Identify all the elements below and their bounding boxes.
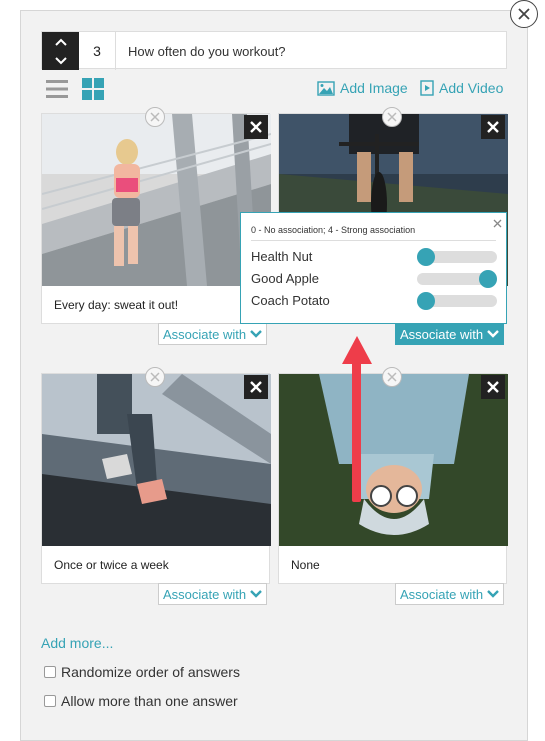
add-more-link[interactable]: Add more...	[41, 635, 113, 651]
slider-handle[interactable]	[479, 270, 497, 288]
grid-view-button[interactable]	[82, 78, 104, 105]
add-video-label: Add Video	[439, 80, 504, 96]
delete-image-button[interactable]	[481, 115, 505, 139]
remove-answer-button[interactable]	[382, 107, 402, 127]
remove-answer-button[interactable]	[382, 367, 402, 387]
remove-answer-button[interactable]	[145, 367, 165, 387]
question-number: 3	[79, 32, 116, 70]
associate-with-label: Associate with	[163, 586, 247, 602]
popup-divider	[251, 240, 496, 241]
randomize-checkbox[interactable]	[44, 666, 56, 678]
association-slider-row: Coach Potato	[251, 292, 497, 310]
answer-card: Once or twice a week	[41, 373, 271, 584]
answer-caption[interactable]: Once or twice a week	[54, 558, 169, 572]
move-up-button[interactable]	[42, 32, 79, 51]
grid-icon	[82, 78, 104, 100]
association-slider[interactable]	[417, 270, 497, 288]
multiple-answers-option[interactable]: Allow more than one answer	[44, 693, 238, 709]
close-icon	[150, 372, 160, 382]
answer-card: None	[278, 373, 508, 584]
list-view-button[interactable]	[46, 78, 68, 105]
answer-image-person-lying-on-grass	[279, 374, 508, 546]
close-icon	[387, 112, 397, 122]
associate-with-label: Associate with	[163, 326, 247, 342]
close-editor-button[interactable]	[510, 0, 538, 28]
association-slider-row: Good Apple	[251, 270, 497, 288]
question-order-stepper	[42, 32, 79, 70]
slider-handle[interactable]	[417, 292, 435, 310]
chevron-down-icon	[250, 330, 262, 338]
multiple-answers-label: Allow more than one answer	[61, 693, 238, 709]
move-down-button[interactable]	[42, 51, 79, 70]
add-image-label: Add Image	[340, 80, 408, 96]
close-icon	[493, 219, 501, 227]
close-icon	[487, 381, 499, 393]
chevron-down-icon	[54, 56, 67, 64]
slider-label: Good Apple	[251, 271, 319, 286]
close-icon	[150, 112, 160, 122]
associate-with-button[interactable]: Associate with	[158, 323, 268, 345]
delete-image-button[interactable]	[244, 115, 268, 139]
association-popup: 0 - No association; 4 - Strong associati…	[240, 212, 507, 324]
slider-label: Coach Potato	[251, 293, 330, 308]
answer-image-treadmill	[42, 374, 271, 546]
close-popup-button[interactable]	[490, 216, 504, 230]
annotation-arrow-shaft	[352, 360, 361, 502]
slider-handle[interactable]	[417, 248, 435, 266]
chevron-up-icon	[54, 38, 67, 46]
association-scale-hint: 0 - No association; 4 - Strong associati…	[251, 225, 416, 235]
association-slider-row: Health Nut	[251, 248, 497, 266]
randomize-order-option[interactable]: Randomize order of answers	[44, 664, 240, 680]
association-slider[interactable]	[417, 248, 497, 266]
answer-card: Every day: sweat it out!	[41, 113, 271, 324]
multiple-answers-checkbox[interactable]	[44, 695, 56, 707]
close-icon	[250, 121, 262, 133]
associate-with-button[interactable]: Associate with	[158, 583, 268, 605]
chevron-down-icon	[487, 590, 499, 598]
add-video-button[interactable]: Add Video	[420, 80, 503, 96]
close-icon	[387, 372, 397, 382]
slider-label: Health Nut	[251, 249, 313, 264]
close-icon	[487, 121, 499, 133]
add-image-button[interactable]: Add Image	[317, 80, 408, 96]
associate-with-label: Associate with	[400, 586, 484, 602]
list-icon	[46, 80, 68, 98]
question-text-input[interactable]: How often do you workout?	[128, 32, 286, 70]
question-bar: 3 How often do you workout?	[41, 31, 507, 70]
remove-answer-button[interactable]	[145, 107, 165, 127]
delete-image-button[interactable]	[244, 375, 268, 399]
association-slider[interactable]	[417, 292, 497, 310]
answer-caption[interactable]: Every day: sweat it out!	[54, 298, 178, 312]
video-icon	[420, 80, 434, 96]
delete-image-button[interactable]	[481, 375, 505, 399]
image-icon	[317, 80, 335, 96]
associate-with-label: Associate with	[400, 326, 484, 342]
close-icon	[250, 381, 262, 393]
chevron-down-icon	[250, 590, 262, 598]
associate-with-button-active[interactable]: Associate with	[395, 323, 505, 345]
chevron-down-icon	[487, 330, 499, 338]
close-icon	[518, 8, 530, 20]
answer-image-running-woman	[42, 114, 271, 286]
answer-caption[interactable]: None	[291, 558, 320, 572]
associate-with-button[interactable]: Associate with	[395, 583, 505, 605]
randomize-label: Randomize order of answers	[61, 664, 240, 680]
